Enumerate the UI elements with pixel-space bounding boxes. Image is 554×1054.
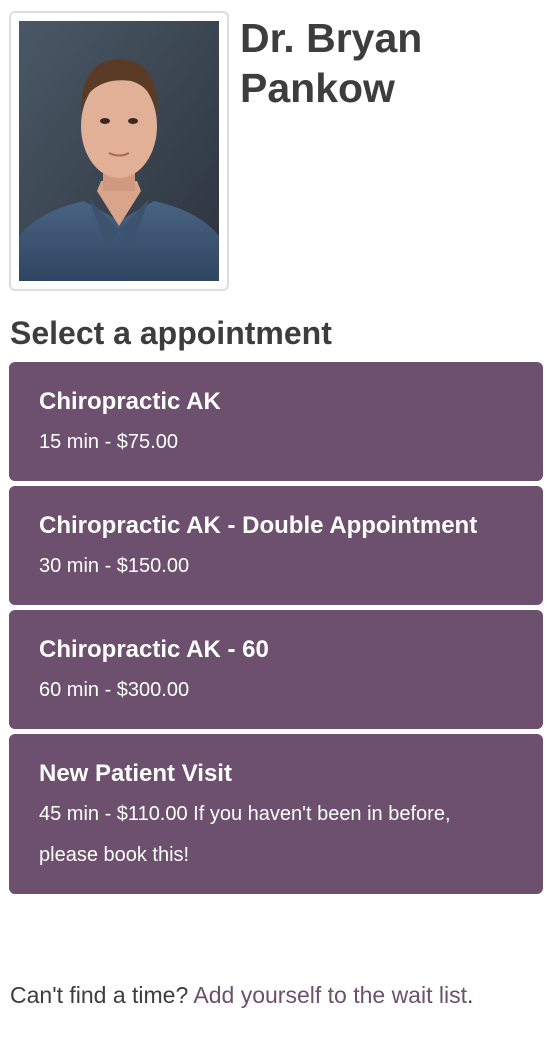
appointment-detail: 30 min - $150.00	[39, 555, 190, 577]
appointment-card-new-patient-visit[interactable]: New Patient Visit 45 min - $110.00 If yo…	[9, 734, 543, 894]
appointment-title: New Patient Visit	[39, 760, 232, 787]
appointment-title: Chiropractic AK	[39, 388, 221, 415]
waitlist-trailing: .	[466, 982, 474, 1008]
appointment-card-chiropractic-ak[interactable]: Chiropractic AK 15 min - $75.00	[9, 362, 543, 481]
appointment-title: Chiropractic AK - Double Appointment	[39, 512, 478, 539]
appointment-detail: 60 min - $300.00	[39, 679, 190, 701]
section-title: Select a appointment	[10, 315, 332, 351]
appointment-title: Chiropractic AK - 60	[39, 636, 269, 663]
appointment-detail: 15 min - $75.00	[39, 431, 178, 453]
doctor-photo-frame	[9, 11, 229, 291]
appointment-list: Chiropractic AK 15 min - $75.00 Chiropra…	[9, 362, 543, 899]
appointment-detail: 45 min - $110.00 If you haven't been in …	[39, 803, 451, 866]
waitlist-link[interactable]: Add yourself to the wait list	[193, 982, 467, 1008]
appointment-card-chiropractic-ak-60[interactable]: Chiropractic AK - 60 60 min - $300.00	[9, 610, 543, 729]
waitlist-prompt: Can't find a time?	[10, 982, 194, 1008]
appointment-card-chiropractic-ak-double[interactable]: Chiropractic AK - Double Appointment 30 …	[9, 486, 543, 605]
doctor-name: Dr. Bryan Pankow	[240, 15, 423, 111]
doctor-photo	[19, 21, 219, 281]
waitlist-message: Can't find a time? Add yourself to the w…	[10, 976, 540, 1014]
